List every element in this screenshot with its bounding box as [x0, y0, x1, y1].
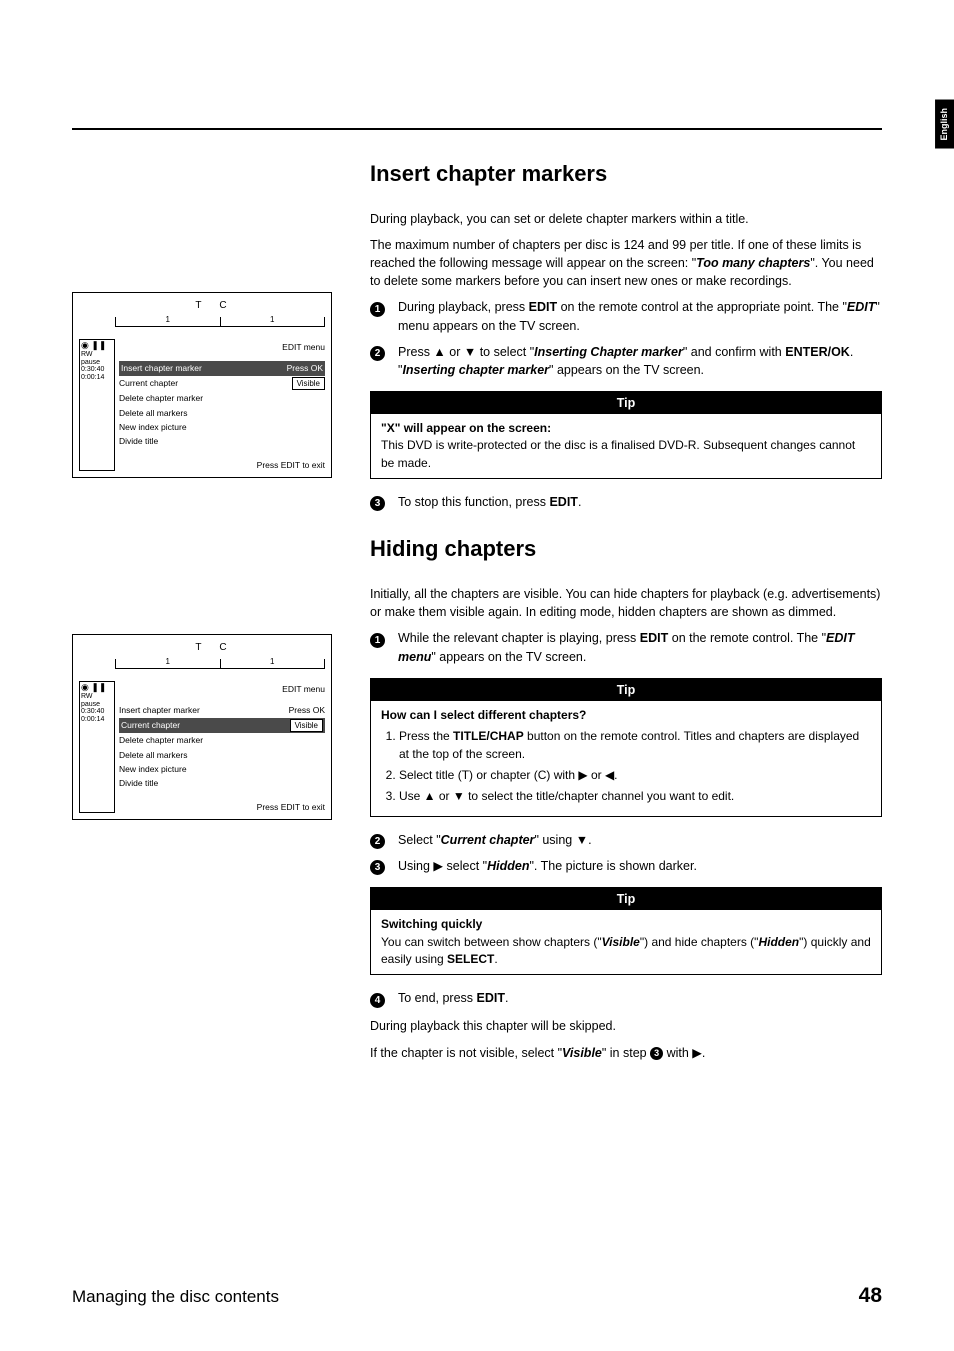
section1-intro2: The maximum number of chapters per disc … — [370, 236, 882, 290]
s2-tipbox2: Tip Switching quickly You can switch bet… — [370, 887, 882, 975]
osd-panel-1: TC 1 1 ◉ ❚❚ RW pause 0:30:40 0:00:14 EDI… — [72, 292, 332, 478]
s2-step3: 3 Using ▶ select "Hidden". The picture i… — [370, 857, 882, 875]
s1-step2: 2 Press ▲ or ▼ to select "Inserting Chap… — [370, 343, 882, 379]
osd-menu-title: EDIT menu — [119, 341, 325, 353]
section1-heading: Insert chapter markers — [370, 158, 882, 190]
osd-status-box: ◉ ❚❚ RW pause 0:30:40 0:00:14 — [79, 339, 115, 471]
section2-outro2: If the chapter is not visible, select "V… — [370, 1044, 882, 1062]
step-badge-1: 1 — [370, 302, 385, 317]
s1-tipbox: Tip "X" will appear on the screen: This … — [370, 391, 882, 479]
s2-step1: 1 While the relevant chapter is playing,… — [370, 629, 882, 665]
section1-intro1: During playback, you can set or delete c… — [370, 210, 882, 228]
s2-step2: 2 Select "Current chapter" using ▼. — [370, 831, 882, 849]
section2-outro1: During playback this chapter will be ski… — [370, 1017, 882, 1035]
s2-step4: 4 To end, press EDIT. — [370, 989, 882, 1007]
footer-title: Managing the disc contents — [72, 1285, 279, 1310]
osd-menu-list: Insert chapter markerPress OK Current ch… — [119, 361, 325, 448]
osd-tc-header: TC — [79, 299, 325, 314]
main-column: Insert chapter markers During playback, … — [370, 126, 882, 1062]
step-badge-2: 2 — [370, 346, 385, 361]
section2-intro: Initially, all the chapters are visible.… — [370, 585, 882, 621]
language-tab: English — [935, 100, 954, 149]
section2-heading: Hiding chapters — [370, 533, 882, 565]
s1-step3: 3 To stop this function, press EDIT. — [370, 493, 882, 511]
step-badge-3: 3 — [370, 496, 385, 511]
osd-panel-2: TC 1 1 ◉ ❚❚ RW pause 0:30:40 0:00:14 EDI… — [72, 634, 332, 820]
s1-step1: 1 During playback, press EDIT on the rem… — [370, 298, 882, 334]
s2-tipbox1: Tip How can I select different chapters?… — [370, 678, 882, 817]
page-footer: Managing the disc contents 48 — [72, 1281, 882, 1311]
footer-page-number: 48 — [859, 1281, 882, 1311]
